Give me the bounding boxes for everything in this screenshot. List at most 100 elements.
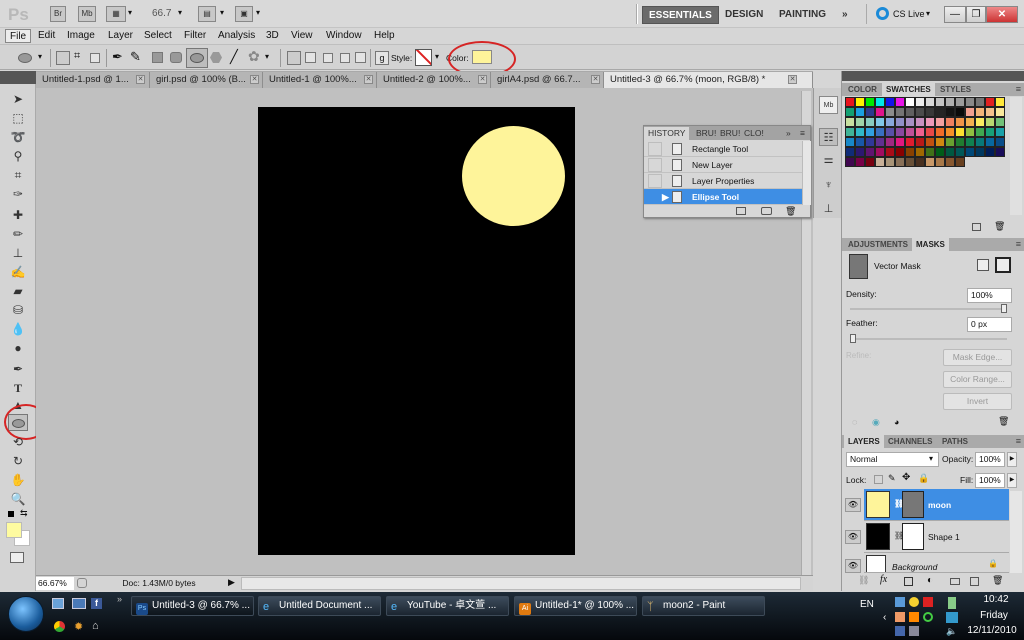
quick-select-tool-icon[interactable]: ⚲ (8, 148, 28, 165)
moon-ellipse-shape[interactable] (462, 126, 565, 226)
color-swatch[interactable] (985, 97, 995, 107)
document-tab[interactable]: girlA4.psd @ 66.7... (491, 72, 604, 88)
swatches-scrollbar[interactable] (1010, 97, 1022, 215)
color-swatch[interactable] (905, 147, 915, 157)
color-swatch[interactable] (855, 117, 865, 127)
new-layer-icon[interactable] (970, 577, 979, 586)
chevron-down-icon[interactable]: ▾ (128, 8, 132, 17)
color-swatch[interactable] (895, 107, 905, 117)
color-swatch[interactable] (905, 97, 915, 107)
pixel-mask-button[interactable] (977, 259, 989, 271)
color-swatch[interactable] (845, 97, 855, 107)
color-swatch[interactable] (955, 117, 965, 127)
color-swatch[interactable] (875, 107, 885, 117)
taskbar-item-paint[interactable]: ᛉ moon2 - Paint (642, 596, 765, 616)
tray-computer-icon[interactable] (895, 626, 905, 636)
color-swatch[interactable] (875, 127, 885, 137)
restore-button[interactable]: ❐ (966, 6, 986, 23)
link-style-button[interactable]: g (375, 51, 389, 65)
menu-edit[interactable]: Edit (34, 29, 59, 43)
mini-bridge-icon[interactable]: Mb (819, 96, 838, 114)
tray-network-app-icon[interactable] (895, 597, 905, 607)
adjustment-layer-icon[interactable]: ◐ (927, 575, 933, 586)
snapshot-source-box[interactable] (648, 158, 662, 172)
color-swatch[interactable] (975, 97, 985, 107)
color-swatch[interactable] (885, 117, 895, 127)
new-document-from-state-icon[interactable] (736, 207, 746, 215)
pen-tool-icon[interactable]: ✒ (112, 49, 123, 65)
color-swatch[interactable] (945, 147, 955, 157)
color-swatch[interactable] (965, 97, 975, 107)
trash-icon[interactable]: 🗑 (994, 221, 1005, 232)
blend-mode-select[interactable]: Normal (846, 452, 939, 467)
history-item-selected[interactable]: ▶ Ellipse Tool (644, 189, 802, 205)
dodge-tool-icon[interactable]: ● (8, 340, 28, 357)
color-swatch[interactable] (955, 137, 965, 147)
lock-all-icon[interactable]: 🔒 (918, 473, 929, 484)
swap-colors-icon[interactable]: ⇆ (20, 508, 28, 519)
trash-icon[interactable]: 🗑 (785, 206, 796, 217)
more-workspaces-button[interactable]: » (836, 6, 854, 24)
color-swatch[interactable] (895, 137, 905, 147)
clock-time[interactable]: 10:42 (976, 594, 1016, 605)
battery-icon[interactable] (948, 597, 956, 609)
color-swatch[interactable] (935, 127, 945, 137)
close-tab-icon[interactable]: ✕ (591, 75, 600, 84)
eraser-tool-icon[interactable]: ▰ (8, 283, 28, 300)
type-tool-icon[interactable]: T (8, 380, 28, 397)
status-menu-arrow[interactable]: ▶ (228, 577, 235, 588)
color-swatch[interactable] (975, 137, 985, 147)
color-swatch[interactable] (985, 127, 995, 137)
color-swatch[interactable] (945, 107, 955, 117)
density-field[interactable]: 100% (967, 288, 1012, 303)
color-swatch[interactable] (855, 137, 865, 147)
tab-masks[interactable]: MASKS (912, 238, 949, 251)
color-swatch[interactable] (915, 107, 925, 117)
chrome-icon[interactable] (54, 621, 65, 632)
color-swatch[interactable] (985, 107, 995, 117)
fill-arrow[interactable]: ▶ (1007, 473, 1017, 488)
marquee-tool-icon[interactable]: ⬚ (8, 110, 28, 127)
color-swatch[interactable] (885, 137, 895, 147)
3d-orbit-tool-icon[interactable]: ↻ (8, 453, 28, 470)
chevron-down-icon[interactable]: ▾ (256, 8, 260, 17)
color-swatch[interactable] (885, 127, 895, 137)
menu-file[interactable]: File (5, 29, 32, 43)
exclude-shape-button[interactable] (355, 52, 366, 63)
panel-menu-icon[interactable]: ≡ (1016, 239, 1021, 249)
color-swatch[interactable] (925, 97, 935, 107)
color-swatch[interactable] (845, 117, 855, 127)
panel-menu-icon[interactable]: ≡ (796, 127, 809, 140)
close-tab-icon[interactable]: ✕ (136, 75, 145, 84)
panel-menu-icon[interactable]: ≡ (1016, 436, 1021, 446)
workspace-painting[interactable]: PAINTING (773, 6, 832, 24)
tray-sync-icon[interactable] (923, 612, 933, 622)
zoom-field[interactable]: 66.67% (36, 577, 74, 590)
color-swatch[interactable] (855, 97, 865, 107)
color-swatch[interactable] (925, 137, 935, 147)
color-swatch[interactable] (895, 117, 905, 127)
facebook-icon[interactable]: f (91, 598, 102, 609)
show-hidden-icons[interactable]: ‹ (883, 612, 886, 623)
horizontal-scrollbar[interactable] (241, 577, 801, 590)
color-swatch[interactable] (965, 117, 975, 127)
workspace-design[interactable]: DESIGN (719, 6, 769, 24)
new-swatch-icon[interactable] (972, 223, 981, 231)
tool-preset-ellipse-icon[interactable] (18, 53, 32, 63)
snapshot-source-box[interactable] (648, 190, 662, 204)
add-to-shape-button[interactable] (305, 52, 316, 63)
color-swatch[interactable] (975, 117, 985, 127)
tab-color[interactable]: COLOR (844, 83, 881, 96)
link-layers-icon[interactable]: ⛓ (858, 575, 869, 586)
intersect-shape-button[interactable] (340, 53, 350, 63)
color-swatch[interactable] (845, 157, 855, 167)
close-button[interactable]: ✕ (986, 6, 1018, 23)
document-tab[interactable]: Untitled-1 @ 100%... (263, 72, 377, 88)
tray-app-icon[interactable] (909, 597, 919, 607)
chevron-down-icon[interactable]: ▾ (178, 8, 182, 17)
color-swatch[interactable] (935, 107, 945, 117)
paint-bucket-tool-icon[interactable]: ⛁ (8, 302, 28, 319)
toolbox-header[interactable] (0, 71, 36, 84)
lock-transparent-icon[interactable] (874, 475, 883, 484)
color-range-button[interactable]: Color Range... (943, 371, 1012, 388)
